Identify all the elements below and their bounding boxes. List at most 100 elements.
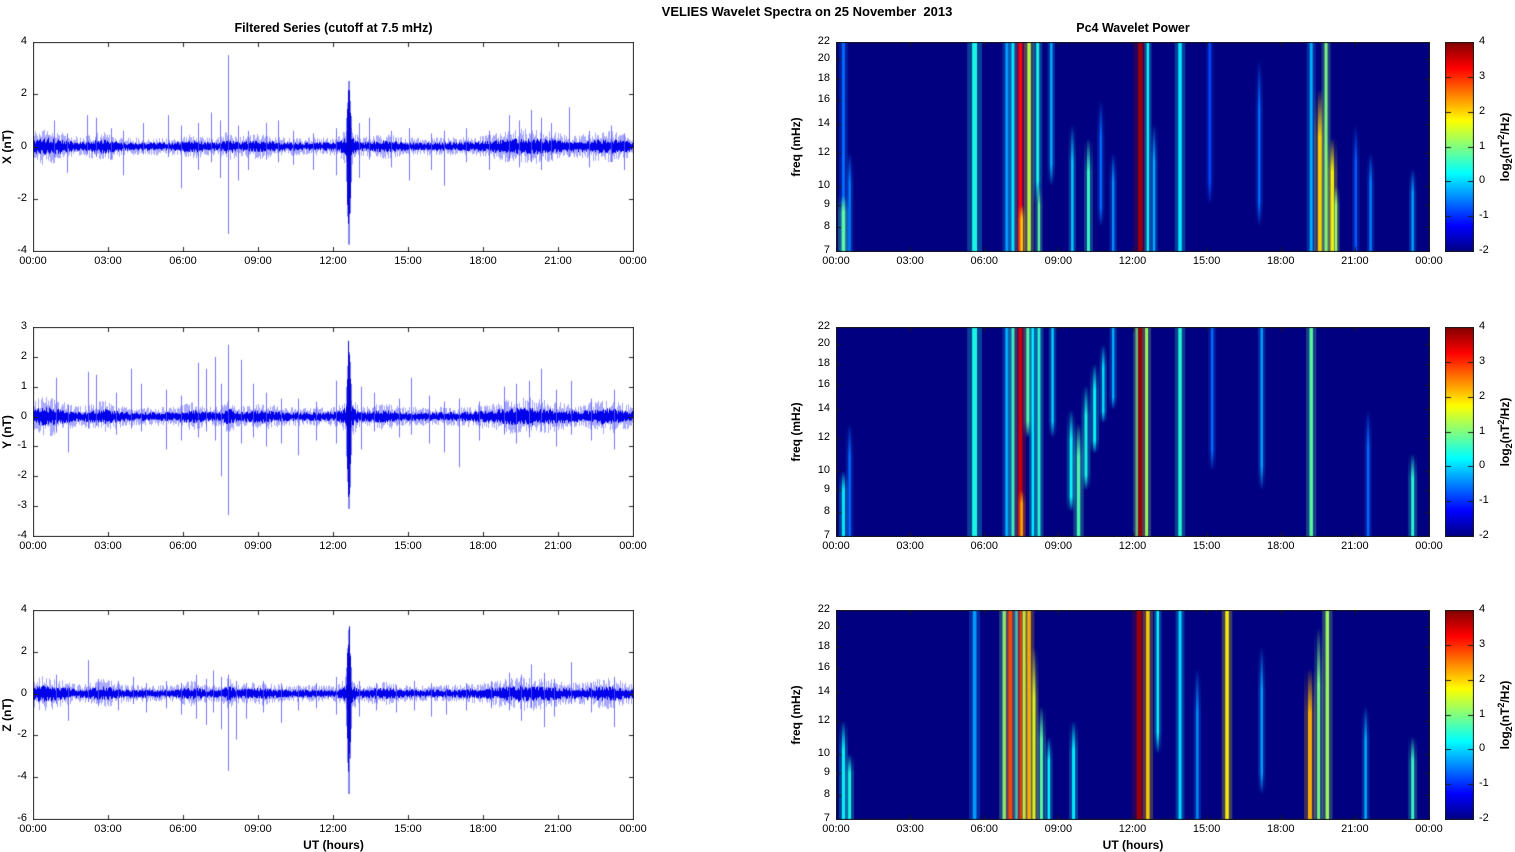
- tick-label: 16: [806, 93, 830, 106]
- tick-label: 06:00: [157, 823, 209, 836]
- x-axis-label: UT (hours): [1103, 838, 1164, 852]
- timeseries-panel-x: Filtered Series (cutoff at 7.5 mHz) X (n…: [33, 42, 634, 252]
- tick-label: 1: [1479, 425, 1501, 438]
- tick-label: 00:00: [607, 540, 659, 553]
- spectrogram-z-canvas: [836, 610, 1430, 820]
- tick-label: 9: [806, 766, 830, 779]
- tick-label: 18:00: [1255, 540, 1307, 553]
- tick-label: 03:00: [82, 823, 134, 836]
- tick-label: 18: [806, 640, 830, 653]
- right-column-title: Pc4 Wavelet Power: [1076, 21, 1189, 35]
- tick-label: 20: [806, 52, 830, 65]
- tick-label: 15:00: [382, 255, 434, 268]
- timeseries-z-canvas: [33, 610, 634, 820]
- tick-label: 18:00: [1255, 823, 1307, 836]
- tick-label: 15:00: [382, 540, 434, 553]
- tick-label: 21:00: [1329, 823, 1381, 836]
- x-axis-label: UT (hours): [303, 838, 364, 852]
- tick-label: 18:00: [457, 823, 509, 836]
- tick-label: 09:00: [232, 540, 284, 553]
- spectrogram-panel-z: freq (mHz) UT (hours) 00:0003:0006:0009:…: [836, 610, 1430, 820]
- tick-label: 21:00: [1329, 540, 1381, 553]
- figure-page: { "chart_data": { "title": "VELIES Wavel…: [0, 0, 1515, 851]
- tick-label: 21:00: [532, 540, 584, 553]
- tick-label: 03:00: [82, 540, 134, 553]
- spectrogram-panel-x: Pc4 Wavelet Power freq (mHz) 00:0003:000…: [836, 42, 1430, 252]
- tick-label: 2: [1479, 390, 1501, 403]
- tick-label: 0: [0, 687, 27, 700]
- colorbar-y-canvas: [1445, 327, 1474, 537]
- timeseries-y-canvas: [33, 327, 634, 537]
- tick-label: 4: [1479, 320, 1501, 333]
- tick-label: 06:00: [958, 823, 1010, 836]
- tick-label: 12: [806, 146, 830, 159]
- tick-label: 06:00: [958, 540, 1010, 553]
- tick-label: -2: [0, 469, 27, 482]
- tick-label: 20: [806, 337, 830, 350]
- tick-label: -2: [0, 728, 27, 741]
- timeseries-panel-z: Z (nT) UT (hours) 00:0003:0006:0009:0012…: [33, 610, 634, 820]
- tick-label: -4: [0, 529, 27, 542]
- tick-label: 0: [1479, 174, 1501, 187]
- tick-label: 12:00: [1107, 255, 1159, 268]
- tick-label: 12: [806, 431, 830, 444]
- tick-label: 14: [806, 117, 830, 130]
- tick-label: -2: [0, 192, 27, 205]
- tick-label: 4: [1479, 603, 1501, 616]
- tick-label: 3: [1479, 638, 1501, 651]
- tick-label: 00:00: [1403, 540, 1455, 553]
- tick-label: 1: [1479, 140, 1501, 153]
- tick-label: -1: [1479, 209, 1501, 222]
- tick-label: 18:00: [1255, 255, 1307, 268]
- tick-label: 0: [1479, 459, 1501, 472]
- tick-label: 12:00: [1107, 823, 1159, 836]
- tick-label: 03:00: [82, 255, 134, 268]
- tick-label: -1: [0, 439, 27, 452]
- tick-label: -3: [0, 499, 27, 512]
- tick-label: 22: [806, 35, 830, 48]
- tick-label: 00:00: [1403, 255, 1455, 268]
- tick-label: -1: [1479, 494, 1501, 507]
- tick-label: 22: [806, 320, 830, 333]
- tick-label: -4: [0, 244, 27, 257]
- tick-label: 06:00: [157, 540, 209, 553]
- tick-label: 0: [0, 140, 27, 153]
- tick-label: 3: [1479, 355, 1501, 368]
- left-column-title: Filtered Series (cutoff at 7.5 mHz): [235, 21, 433, 35]
- tick-label: 8: [806, 220, 830, 233]
- tick-label: 0: [0, 410, 27, 423]
- tick-label: 21:00: [532, 823, 584, 836]
- tick-label: -2: [1479, 812, 1501, 825]
- tick-label: 18: [806, 72, 830, 85]
- tick-label: 12:00: [307, 823, 359, 836]
- tick-label: 06:00: [157, 255, 209, 268]
- tick-label: 18:00: [457, 255, 509, 268]
- tick-label: 09:00: [1032, 823, 1084, 836]
- tick-label: 7: [806, 529, 830, 542]
- freq-axis-label: freq (mHz): [789, 402, 803, 461]
- tick-label: 2: [0, 87, 27, 100]
- tick-label: 4: [0, 603, 27, 616]
- tick-label: 20: [806, 620, 830, 633]
- tick-label: 03:00: [884, 823, 936, 836]
- tick-label: 2: [0, 350, 27, 363]
- freq-axis-label: freq (mHz): [789, 685, 803, 744]
- tick-label: 00:00: [607, 823, 659, 836]
- y-axis-label-z: Z (nT): [0, 698, 14, 731]
- freq-axis-label: freq (mHz): [789, 117, 803, 176]
- tick-label: 15:00: [1181, 823, 1233, 836]
- tick-label: 12: [806, 714, 830, 727]
- spectrogram-panel-y: freq (mHz) 00:0003:0006:0009:0012:0015:0…: [836, 327, 1430, 537]
- tick-label: 9: [806, 483, 830, 496]
- tick-label: 06:00: [958, 255, 1010, 268]
- tick-label: 2: [0, 645, 27, 658]
- tick-label: 10: [806, 464, 830, 477]
- tick-label: 8: [806, 505, 830, 518]
- tick-label: 16: [806, 661, 830, 674]
- tick-label: 18:00: [457, 540, 509, 553]
- tick-label: 09:00: [232, 255, 284, 268]
- tick-label: -1: [1479, 777, 1501, 790]
- tick-label: 9: [806, 198, 830, 211]
- tick-label: 16: [806, 378, 830, 391]
- tick-label: 4: [0, 35, 27, 48]
